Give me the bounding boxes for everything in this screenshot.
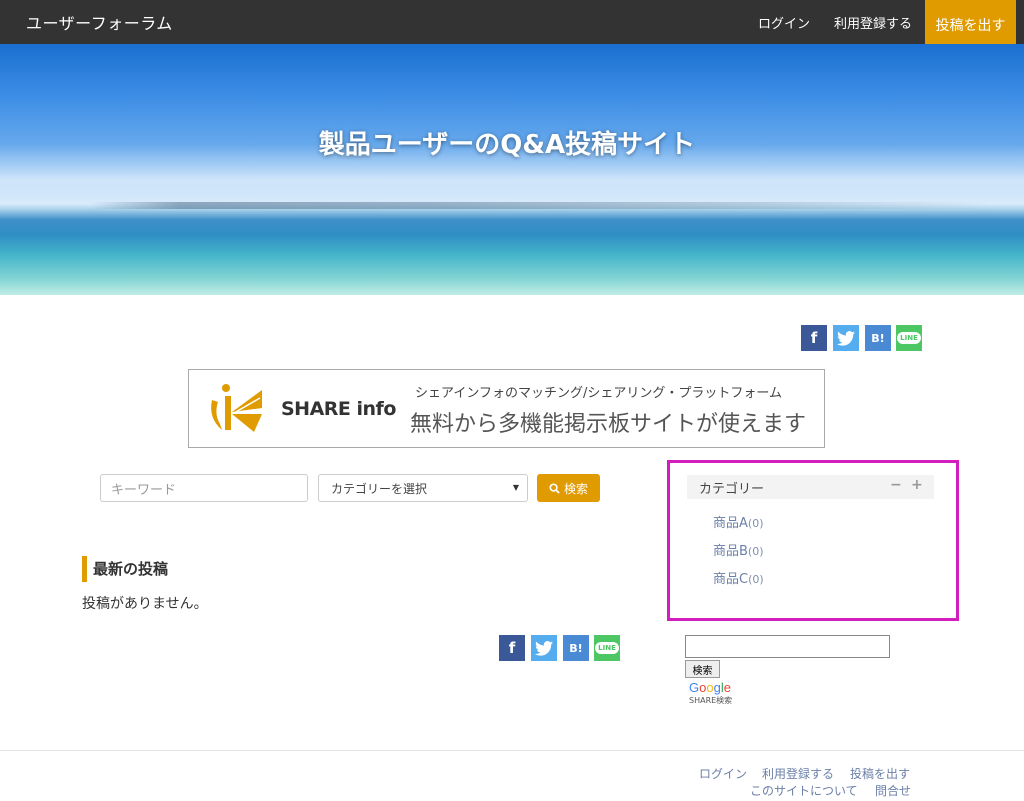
search-button-label: 検索 — [563, 481, 588, 496]
nav-register-link[interactable]: 利用登録する — [834, 13, 912, 32]
line-label: LINE — [595, 642, 619, 654]
section-accent-bar — [82, 556, 87, 582]
category-label: 商品B — [713, 544, 748, 559]
category-item[interactable]: 商品C(0) — [713, 568, 764, 587]
google-search-input[interactable] — [685, 635, 890, 658]
footer-register-link[interactable]: 利用登録する — [762, 765, 834, 782]
category-count: (0) — [747, 545, 764, 558]
banner-headline: 無料から多機能掲示板サイトが使えます — [410, 412, 807, 437]
twitter-bird-icon — [837, 330, 855, 346]
footer-divider — [0, 750, 1024, 751]
expand-icon[interactable]: + — [911, 477, 923, 493]
category-count: (0) — [748, 573, 764, 586]
twitter-bird-icon — [535, 640, 553, 656]
collapse-icon[interactable]: − — [890, 477, 902, 493]
site-title[interactable]: ユーザーフォーラム — [26, 10, 173, 34]
banner-brand: SHARE info — [281, 398, 396, 420]
no-posts-message: 投稿がありません。 — [82, 596, 208, 612]
facebook-share-icon[interactable]: f — [499, 635, 525, 661]
line-share-icon[interactable]: LINE — [594, 635, 620, 661]
keyword-input[interactable]: キーワード — [100, 474, 308, 502]
hatena-bookmark-icon[interactable]: B! — [563, 635, 589, 661]
hero-horizon-land — [90, 202, 990, 209]
footer-login-link[interactable]: ログイン — [699, 765, 747, 782]
search-icon — [549, 482, 560, 494]
line-label: LINE — [897, 332, 921, 344]
category-widget-header: カテゴリー − + — [687, 475, 934, 499]
search-button[interactable]: 検索 — [537, 474, 600, 502]
hero-title: 製品ユーザーのQ&A投稿サイト — [318, 130, 696, 160]
nav-login-link[interactable]: ログイン — [758, 13, 810, 32]
hero-banner: 製品ユーザーのQ&A投稿サイト — [0, 44, 1024, 295]
category-widget-title: カテゴリー — [699, 482, 765, 497]
footer-about-link[interactable]: このサイトについて — [750, 782, 858, 799]
category-item[interactable]: 商品B(0) — [713, 540, 764, 559]
post-button[interactable]: 投稿を出す — [925, 0, 1016, 50]
share-info-banner[interactable]: SHARE info シェアインフォのマッチング/シェアリング・プラットフォーム… — [188, 369, 825, 448]
footer-post-link[interactable]: 投稿を出す — [850, 765, 910, 782]
dropdown-arrow-icon: ▼ — [512, 483, 519, 492]
latest-posts-heading: 最新の投稿 — [93, 560, 169, 578]
google-search-button[interactable]: 検索 — [685, 660, 720, 678]
category-item[interactable]: 商品A(0) — [713, 512, 764, 531]
category-label: 商品A — [713, 516, 748, 531]
twitter-share-icon[interactable] — [833, 325, 859, 351]
footer-contact-link[interactable]: 問合せ — [875, 782, 911, 799]
line-share-icon[interactable]: LINE — [896, 325, 922, 351]
category-select[interactable]: カテゴリーを選択 ▼ — [318, 474, 528, 502]
category-count: (0) — [747, 517, 764, 530]
google-logo: Google — [689, 680, 731, 695]
category-select-value: カテゴリーを選択 — [331, 481, 428, 496]
twitter-share-icon[interactable] — [531, 635, 557, 661]
facebook-share-icon[interactable]: f — [801, 325, 827, 351]
share-info-logo-icon — [211, 384, 262, 432]
banner-subtitle: シェアインフォのマッチング/シェアリング・プラットフォーム — [415, 386, 782, 401]
google-search-caption: SHARE検索 — [689, 696, 733, 705]
hatena-bookmark-icon[interactable]: B! — [865, 325, 891, 351]
category-label: 商品C — [713, 572, 749, 587]
